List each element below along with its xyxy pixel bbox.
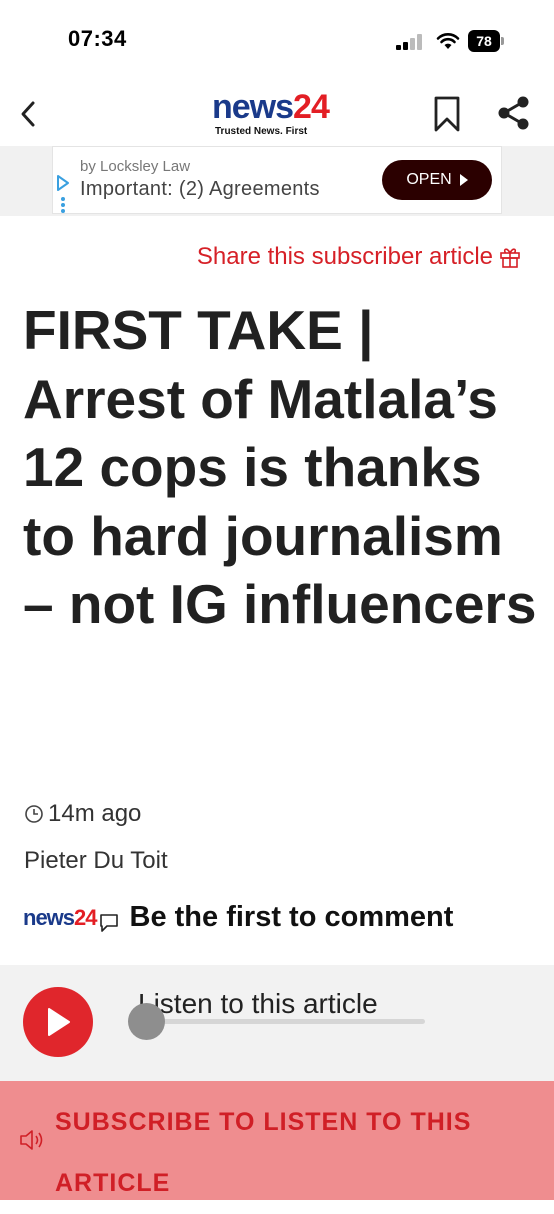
comment-prompt: Be the first to comment — [129, 901, 454, 933]
audio-progress-handle[interactable] — [128, 1003, 165, 1040]
logo-tagline: Trusted News. First — [215, 126, 308, 137]
author-name[interactable]: Pieter Du Toit — [24, 847, 168, 875]
comments-link[interactable]: news24 Be the first to comment — [23, 901, 453, 934]
share-icon[interactable] — [496, 95, 532, 131]
ad-headline[interactable]: Important: (2) Agreements — [80, 178, 320, 201]
share-subscriber-label: Share this subscriber article — [196, 243, 493, 270]
published-label: 14m ago — [48, 800, 142, 827]
news24-small-logo: news24 — [23, 904, 98, 930]
bookmark-icon[interactable] — [433, 95, 461, 133]
published-time: 14m ago — [24, 800, 141, 828]
play-icon — [48, 1008, 70, 1036]
ad-open-label: OPEN — [406, 171, 452, 188]
clock-icon — [25, 805, 43, 823]
subscribe-to-listen-link[interactable]: SUBSCRIBE TO LISTEN TO THIS ARTICLE — [55, 1092, 545, 1214]
adchoices-icon[interactable] — [56, 174, 70, 214]
listen-label: Listen to this article — [138, 988, 378, 1019]
battery-indicator: 78 — [468, 30, 500, 52]
status-time: 07:34 — [68, 26, 127, 51]
ad-open-button[interactable]: OPEN — [382, 160, 492, 200]
gift-icon — [500, 248, 520, 268]
battery-tip — [501, 37, 504, 45]
share-subscriber-article-link[interactable]: Share this subscriber article — [197, 243, 521, 271]
play-button[interactable] — [23, 987, 93, 1057]
wifi-icon — [436, 33, 460, 49]
comment-bubble-icon — [99, 913, 118, 932]
triangle-right-icon — [459, 174, 468, 186]
article-headline: FIRST TAKE | Arrest of Matlala’s 12 cops… — [23, 299, 537, 635]
back-arrow-icon[interactable] — [18, 100, 40, 128]
ad-sponsor: by Locksley Law — [80, 158, 191, 175]
news24-logo: news24 — [212, 88, 330, 126]
speaker-icon — [20, 1130, 43, 1150]
signal-icon — [396, 34, 426, 50]
